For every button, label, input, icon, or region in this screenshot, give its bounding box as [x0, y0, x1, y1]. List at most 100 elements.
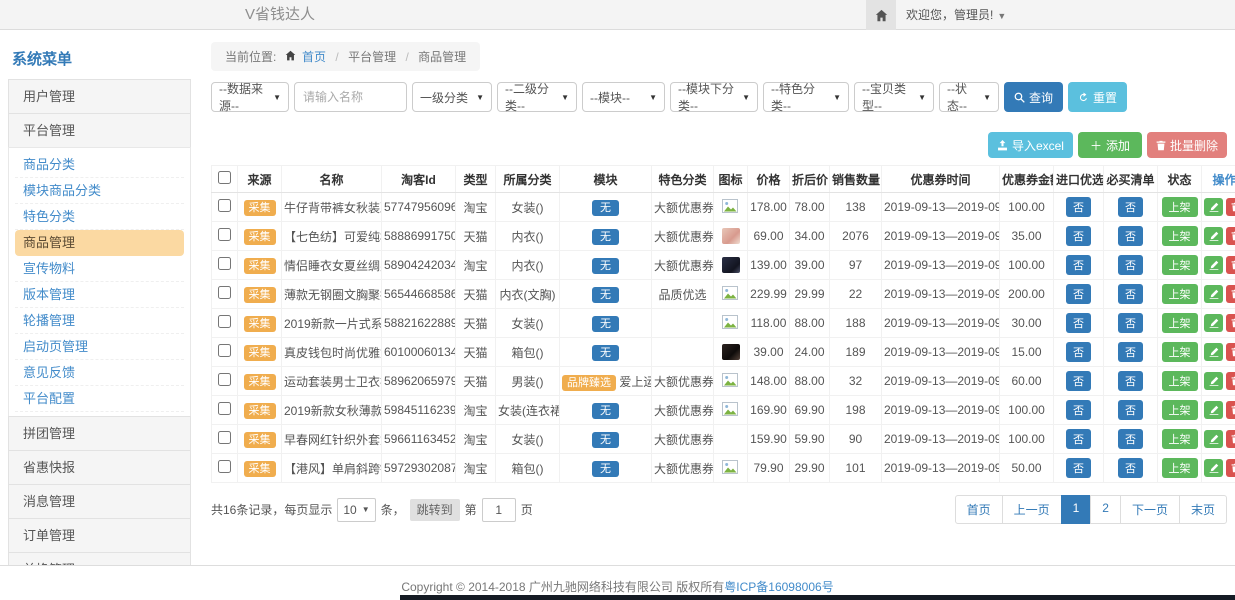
module-none-badge[interactable]: 无 — [592, 345, 619, 361]
icp-link[interactable]: 粤ICP备16098006号 — [724, 580, 833, 594]
filter-module-sub-select[interactable]: --模块下分类--▼ — [670, 82, 758, 112]
module-none-badge[interactable]: 无 — [592, 461, 619, 477]
import-select-toggle[interactable]: 否 — [1066, 429, 1091, 449]
home-button[interactable] — [866, 0, 896, 30]
edit-button[interactable] — [1204, 314, 1223, 332]
status-button[interactable]: 上架 — [1162, 255, 1198, 275]
batch-delete-button[interactable]: 批量删除 — [1147, 132, 1227, 158]
edit-button[interactable] — [1204, 256, 1223, 274]
select-all-checkbox[interactable] — [218, 171, 231, 184]
sidebar-item[interactable]: 省惠快报 — [8, 450, 191, 484]
delete-button[interactable] — [1226, 227, 1235, 245]
status-button[interactable]: 上架 — [1162, 284, 1198, 304]
import-select-toggle[interactable]: 否 — [1066, 197, 1091, 217]
delete-button[interactable] — [1226, 430, 1235, 448]
sidebar-item[interactable]: 商品分类 — [15, 152, 184, 178]
filter-status-select[interactable]: --状态--▼ — [939, 82, 999, 112]
sidebar-item[interactable]: 商品管理 — [15, 230, 184, 256]
sidebar-item[interactable]: 意见反馈 — [15, 360, 184, 386]
import-select-toggle[interactable]: 否 — [1066, 255, 1091, 275]
delete-button[interactable] — [1226, 372, 1235, 390]
delete-button[interactable] — [1226, 459, 1235, 477]
row-checkbox[interactable] — [218, 460, 231, 473]
delete-button[interactable] — [1226, 285, 1235, 303]
import-excel-button[interactable]: 导入excel — [988, 132, 1073, 158]
jump-page-input[interactable] — [482, 498, 516, 522]
row-checkbox[interactable] — [218, 431, 231, 444]
row-checkbox[interactable] — [218, 373, 231, 386]
sidebar-item[interactable]: 启动页管理 — [15, 334, 184, 360]
sidebar-item[interactable]: 特色分类 — [15, 204, 184, 230]
delete-button[interactable] — [1226, 314, 1235, 332]
status-button[interactable]: 上架 — [1162, 342, 1198, 362]
filter-data-source-select[interactable]: --数据来源--▼ — [211, 82, 289, 112]
page-button[interactable]: 1 — [1061, 495, 1092, 524]
jump-button[interactable]: 跳转到 — [410, 499, 460, 521]
row-checkbox[interactable] — [218, 402, 231, 415]
status-button[interactable]: 上架 — [1162, 197, 1198, 217]
search-button[interactable]: 查询 — [1004, 82, 1063, 112]
import-select-toggle[interactable]: 否 — [1066, 371, 1091, 391]
delete-button[interactable] — [1226, 343, 1235, 361]
module-none-badge[interactable]: 无 — [592, 258, 619, 274]
must-buy-toggle[interactable]: 否 — [1118, 342, 1143, 362]
filter-item-type-select[interactable]: --宝贝类型--▼ — [854, 82, 934, 112]
edit-button[interactable] — [1204, 227, 1223, 245]
must-buy-toggle[interactable]: 否 — [1118, 197, 1143, 217]
status-button[interactable]: 上架 — [1162, 458, 1198, 478]
sidebar-item[interactable]: 宣传物料 — [15, 256, 184, 282]
filter-name-input[interactable] — [294, 82, 407, 112]
edit-button[interactable] — [1204, 459, 1223, 477]
per-page-select[interactable]: 10 ▼ — [337, 498, 375, 522]
page-button[interactable]: 末页 — [1179, 495, 1227, 524]
module-none-badge[interactable]: 无 — [592, 200, 619, 216]
import-select-toggle[interactable]: 否 — [1066, 342, 1091, 362]
row-checkbox[interactable] — [218, 199, 231, 212]
import-select-toggle[interactable]: 否 — [1066, 400, 1091, 420]
row-checkbox[interactable] — [218, 286, 231, 299]
breadcrumb-home-link[interactable]: 首页 — [302, 50, 326, 64]
page-button[interactable]: 首页 — [955, 495, 1003, 524]
add-button[interactable]: ＋ 添加 — [1078, 132, 1142, 158]
filter-category-level1-select[interactable]: 一级分类▼ — [412, 82, 492, 112]
sidebar-item[interactable]: 消息管理 — [8, 484, 191, 518]
must-buy-toggle[interactable]: 否 — [1118, 400, 1143, 420]
edit-button[interactable] — [1204, 430, 1223, 448]
sidebar-item[interactable]: 订单管理 — [8, 518, 191, 552]
module-none-badge[interactable]: 无 — [592, 229, 619, 245]
reset-button[interactable]: 重置 — [1068, 82, 1127, 112]
row-checkbox[interactable] — [218, 315, 231, 328]
must-buy-toggle[interactable]: 否 — [1118, 255, 1143, 275]
sidebar-item[interactable]: 用户管理 — [8, 79, 191, 113]
status-button[interactable]: 上架 — [1162, 429, 1198, 449]
must-buy-toggle[interactable]: 否 — [1118, 313, 1143, 333]
must-buy-toggle[interactable]: 否 — [1118, 226, 1143, 246]
filter-module-select[interactable]: --模块--▼ — [582, 82, 665, 112]
module-none-badge[interactable]: 无 — [592, 432, 619, 448]
edit-button[interactable] — [1204, 343, 1223, 361]
module-none-badge[interactable]: 无 — [592, 316, 619, 332]
status-button[interactable]: 上架 — [1162, 226, 1198, 246]
edit-button[interactable] — [1204, 372, 1223, 390]
must-buy-toggle[interactable]: 否 — [1118, 371, 1143, 391]
delete-button[interactable] — [1226, 256, 1235, 274]
module-none-badge[interactable]: 无 — [592, 287, 619, 303]
must-buy-toggle[interactable]: 否 — [1118, 429, 1143, 449]
edit-button[interactable] — [1204, 198, 1223, 216]
row-checkbox[interactable] — [218, 228, 231, 241]
delete-button[interactable] — [1226, 198, 1235, 216]
filter-feature-category-select[interactable]: --特色分类--▼ — [763, 82, 849, 112]
page-button[interactable]: 上一页 — [1002, 495, 1062, 524]
sidebar-item[interactable]: 版本管理 — [15, 282, 184, 308]
import-select-toggle[interactable]: 否 — [1066, 313, 1091, 333]
row-checkbox[interactable] — [218, 344, 231, 357]
status-button[interactable]: 上架 — [1162, 400, 1198, 420]
import-select-toggle[interactable]: 否 — [1066, 284, 1091, 304]
filter-category-level2-select[interactable]: --二级分类--▼ — [497, 82, 577, 112]
import-select-toggle[interactable]: 否 — [1066, 226, 1091, 246]
import-select-toggle[interactable]: 否 — [1066, 458, 1091, 478]
must-buy-toggle[interactable]: 否 — [1118, 284, 1143, 304]
sidebar-item[interactable]: 轮播管理 — [15, 308, 184, 334]
user-menu[interactable]: 欢迎您，管理员!▼ — [906, 0, 1006, 31]
must-buy-toggle[interactable]: 否 — [1118, 458, 1143, 478]
